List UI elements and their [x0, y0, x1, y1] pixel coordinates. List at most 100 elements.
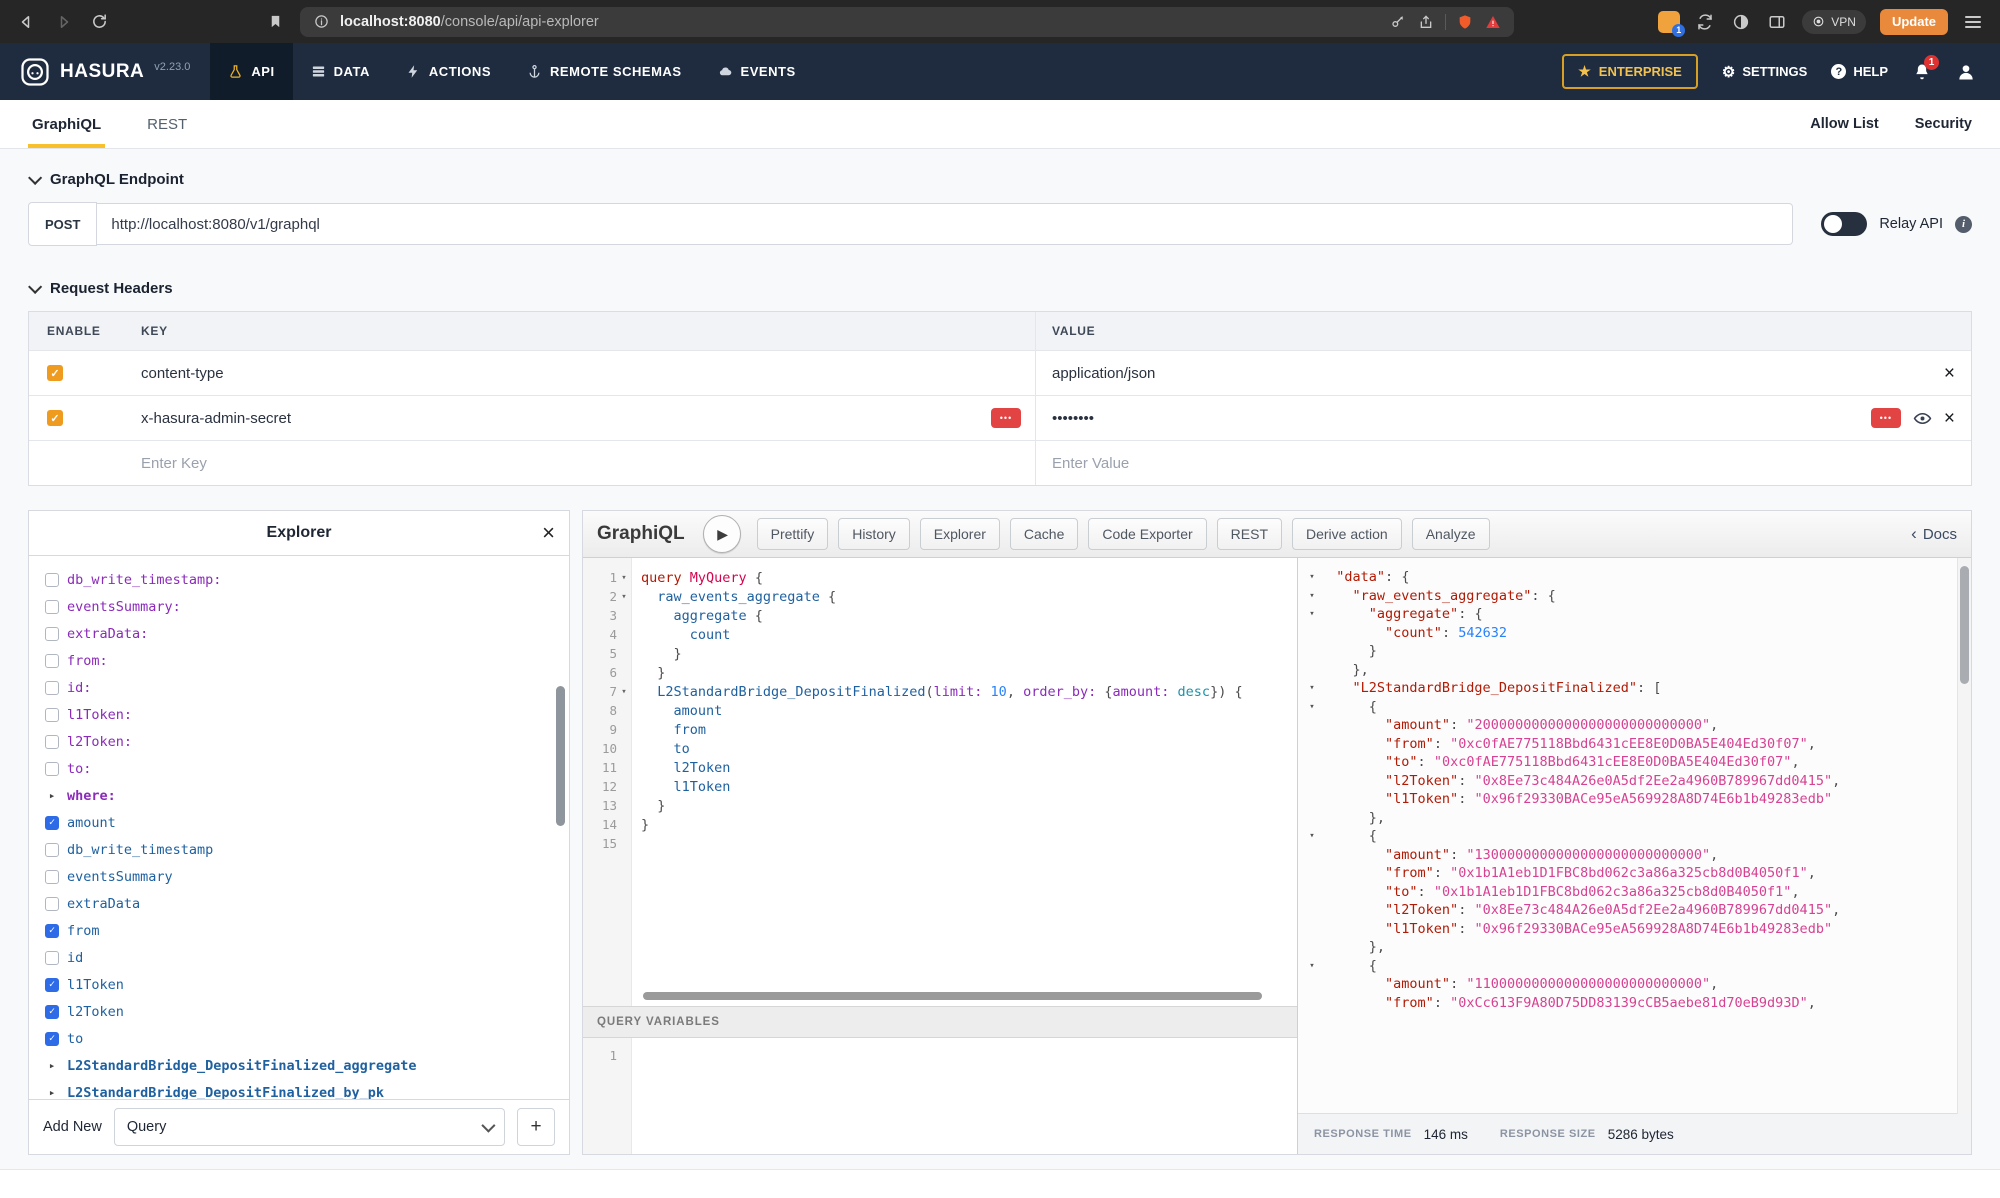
bookmark-icon[interactable] — [264, 11, 286, 33]
query-variables-header[interactable]: QUERY VARIABLES — [583, 1006, 1297, 1038]
hasura-logo[interactable]: HASURA v2.23.0 — [14, 43, 210, 100]
explorer-item-L2StandardBridge_DepositFinalized_by_pk[interactable]: ▸L2StandardBridge_DepositFinalized_by_pk — [45, 1079, 569, 1099]
explorer-item-l1Token[interactable]: l1Token: — [45, 701, 569, 728]
explorer-item-db_write_timestamp[interactable]: db_write_timestamp — [45, 836, 569, 863]
settings-link[interactable]: ⚙SETTINGS — [1722, 63, 1807, 81]
remove-header-icon[interactable]: × — [1944, 409, 1955, 428]
share-icon[interactable] — [1417, 13, 1435, 31]
checkbox-unchecked[interactable] — [45, 951, 59, 965]
warning-icon[interactable] — [1484, 13, 1502, 31]
query-variables-editor[interactable]: 1 — [583, 1038, 1297, 1154]
checkbox-checked[interactable]: ✓ — [45, 1005, 59, 1019]
reload-icon[interactable] — [88, 11, 110, 33]
expand-arrow-icon[interactable]: ▸ — [45, 1059, 59, 1072]
explorer-item-id[interactable]: id: — [45, 674, 569, 701]
explorer-item-to[interactable]: ✓to — [45, 1025, 569, 1052]
nav-item-data[interactable]: DATA — [293, 43, 388, 100]
checkbox-unchecked[interactable] — [45, 870, 59, 884]
checkbox-checked[interactable]: ✓ — [45, 978, 59, 992]
extension-icon[interactable]: 1 — [1658, 11, 1680, 33]
notifications-button[interactable]: 1 — [1912, 62, 1932, 82]
help-link[interactable]: ?HELP — [1831, 64, 1888, 79]
nav-item-events[interactable]: EVENTS — [700, 43, 814, 100]
remove-header-icon[interactable]: × — [1944, 364, 1955, 383]
vpn-badge[interactable]: VPN — [1802, 10, 1866, 34]
explorer-item-eventsSummary[interactable]: eventsSummary — [45, 863, 569, 890]
rest-button[interactable]: REST — [1217, 518, 1282, 550]
sync-icon[interactable] — [1694, 11, 1716, 33]
explorer-item-l1Token[interactable]: ✓l1Token — [45, 971, 569, 998]
checkbox-unchecked[interactable] — [45, 735, 59, 749]
scrollbar-thumb[interactable] — [1960, 566, 1969, 684]
query-editor[interactable]: 1▾query MyQuery {2▾ raw_events_aggregate… — [583, 558, 1297, 1006]
history-button[interactable]: History — [838, 518, 910, 550]
enterprise-button[interactable]: ★ENTERPRISE — [1562, 54, 1698, 89]
admin-secret-options-badge[interactable]: ••• — [991, 408, 1021, 428]
explorer-item-l2Token[interactable]: l2Token: — [45, 728, 569, 755]
add-operation-button[interactable]: + — [517, 1108, 555, 1146]
editor-horizontal-scrollbar[interactable] — [643, 992, 1281, 1000]
explorer-item-extraData[interactable]: extraData — [45, 890, 569, 917]
checkbox-unchecked[interactable] — [45, 708, 59, 722]
back-icon[interactable] — [16, 11, 38, 33]
nav-item-actions[interactable]: ACTIONS — [388, 43, 509, 100]
shield-icon[interactable] — [1456, 13, 1474, 31]
explorer-item-L2StandardBridge_DepositFinalized_aggregate[interactable]: ▸L2StandardBridge_DepositFinalized_aggre… — [45, 1052, 569, 1079]
analyze-button[interactable]: Analyze — [1412, 518, 1490, 550]
checkbox-unchecked[interactable] — [45, 897, 59, 911]
checkbox-unchecked[interactable] — [45, 762, 59, 776]
checkbox-checked[interactable]: ✓ — [45, 1032, 59, 1046]
new-key-input[interactable]: Enter Key — [141, 455, 207, 472]
explorer-item-amount[interactable]: ✓amount — [45, 809, 569, 836]
explorer-scrollbar[interactable] — [556, 686, 565, 826]
info-icon[interactable]: i — [1955, 216, 1972, 233]
explorer-item-id[interactable]: id — [45, 944, 569, 971]
header-enable-checkbox[interactable]: ✓ — [47, 365, 63, 381]
checkbox-unchecked[interactable] — [45, 654, 59, 668]
contrast-icon[interactable] — [1730, 11, 1752, 33]
allow-list-link[interactable]: Allow List — [1810, 116, 1878, 132]
docs-link[interactable]: ‹Docs — [1911, 524, 1957, 544]
nav-item-remote-schemas[interactable]: REMOTE SCHEMAS — [509, 43, 700, 100]
explorer-button[interactable]: Explorer — [920, 518, 1000, 550]
site-info-icon[interactable] — [312, 13, 330, 31]
checkbox-unchecked[interactable] — [45, 600, 59, 614]
explorer-item-from[interactable]: ✓from — [45, 917, 569, 944]
address-bar[interactable]: localhost:8080/console/api/api-explorer — [300, 7, 1514, 37]
response-scrollbar[interactable] — [1957, 558, 1971, 1114]
explorer-item-where[interactable]: ▸where: — [45, 782, 569, 809]
relay-api-toggle[interactable] — [1821, 212, 1867, 236]
reveal-value-icon[interactable] — [1913, 409, 1932, 428]
http-method-button[interactable]: POST — [28, 202, 97, 246]
tab-graphiql[interactable]: GraphiQL — [28, 100, 105, 148]
header-key-input[interactable]: content-type — [141, 365, 224, 382]
request-headers-section-header[interactable]: Request Headers — [28, 280, 1972, 297]
user-menu-button[interactable] — [1956, 62, 1976, 82]
security-link[interactable]: Security — [1915, 116, 1972, 132]
header-key-input[interactable]: x-hasura-admin-secret — [141, 410, 291, 427]
header-value-input[interactable]: application/json — [1052, 365, 1155, 382]
new-value-input[interactable]: Enter Value — [1052, 455, 1129, 472]
checkbox-unchecked[interactable] — [45, 573, 59, 587]
endpoint-url-input[interactable]: http://localhost:8080/v1/graphql — [97, 203, 1793, 245]
endpoint-section-header[interactable]: GraphQL Endpoint — [28, 171, 1972, 188]
update-button[interactable]: Update — [1880, 9, 1948, 35]
execute-query-button[interactable]: ▶ — [703, 515, 741, 553]
checkbox-checked[interactable]: ✓ — [45, 924, 59, 938]
expand-arrow-icon[interactable]: ▸ — [45, 1086, 59, 1099]
forward-icon[interactable] — [52, 11, 74, 33]
header-enable-checkbox[interactable]: ✓ — [47, 410, 63, 426]
prettify-button[interactable]: Prettify — [757, 518, 829, 550]
tab-rest[interactable]: REST — [143, 100, 191, 148]
explorer-item-to[interactable]: to: — [45, 755, 569, 782]
explorer-item-db_write_timestamp[interactable]: db_write_timestamp: — [45, 566, 569, 593]
checkbox-checked[interactable]: ✓ — [45, 816, 59, 830]
code-exporter-button[interactable]: Code Exporter — [1088, 518, 1206, 550]
admin-secret-options-badge[interactable]: ••• — [1871, 408, 1901, 428]
menu-icon[interactable] — [1962, 11, 1984, 33]
key-icon[interactable] — [1389, 13, 1407, 31]
expand-arrow-icon[interactable]: ▸ — [45, 789, 59, 802]
sidebar-icon[interactable] — [1766, 11, 1788, 33]
cache-button[interactable]: Cache — [1010, 518, 1078, 550]
header-value-input[interactable]: •••••••• — [1052, 410, 1094, 427]
